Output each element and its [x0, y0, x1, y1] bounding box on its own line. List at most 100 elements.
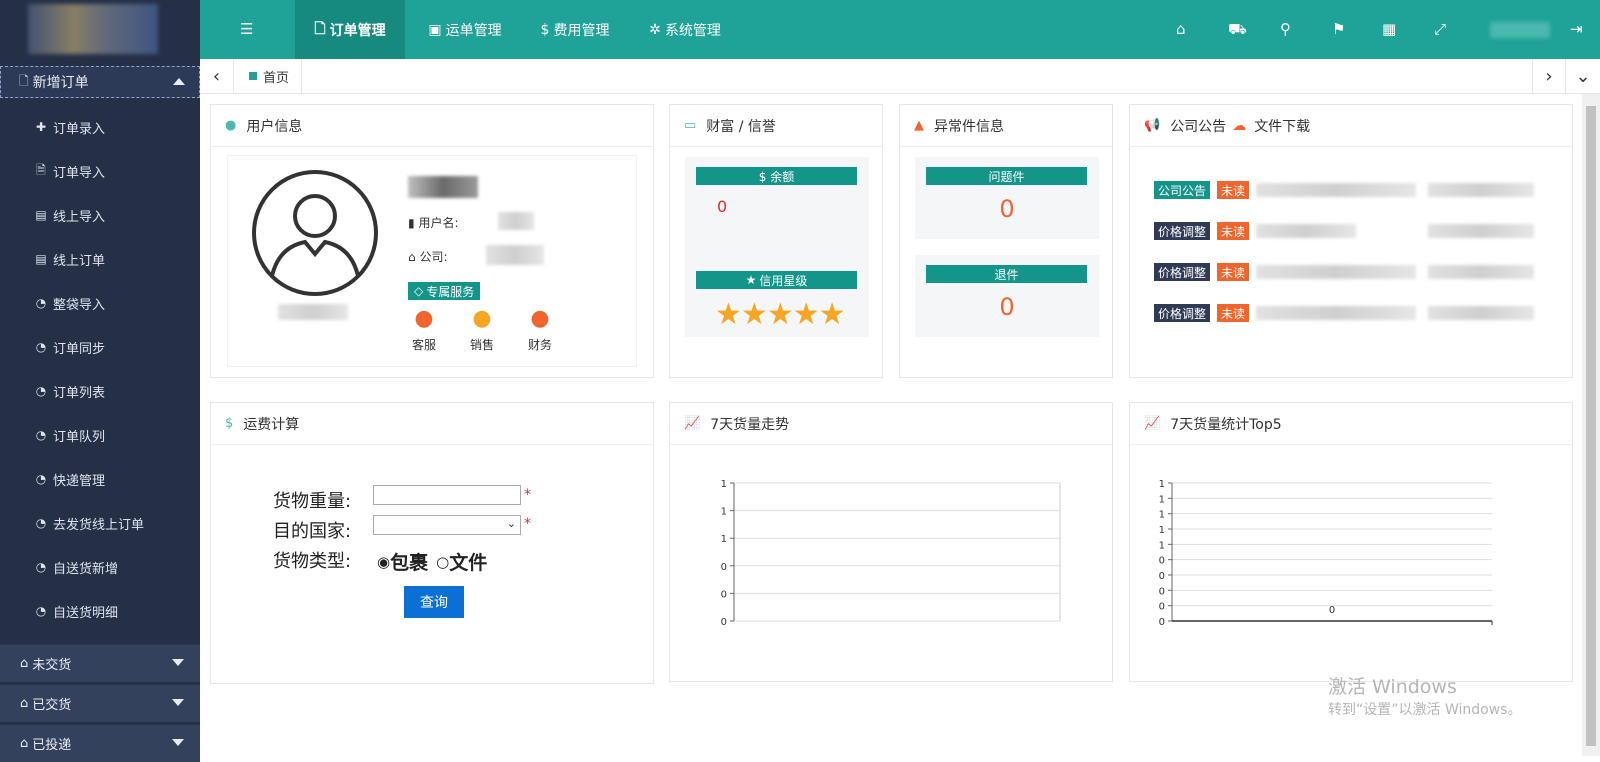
- notice-category-tag: 价格调整: [1154, 263, 1211, 281]
- notice-row[interactable]: 价格调整 未读: [1130, 304, 1574, 324]
- tab-home[interactable]: 首页: [237, 59, 303, 93]
- star-icon: ★: [818, 297, 846, 332]
- tab-scroll-right-icon[interactable]: ›: [1532, 59, 1566, 93]
- sidebar-item[interactable]: ◔ 订单队列: [0, 417, 200, 453]
- top-navbar: ☰ 🗋 订单管理 ▣ 运单管理 $ 费用管理 ✲ 系统管理 ⌂ ⛟ ⚲ ⚑ ▦ ⤢ ⇥: [200, 0, 1600, 59]
- notice-date: [1428, 183, 1534, 197]
- notice-row[interactable]: 价格调整 未读: [1130, 222, 1574, 242]
- contact-finance[interactable]: ● 财务: [520, 306, 560, 353]
- sidebar-group-new-order[interactable]: 🗋 新增订单: [0, 66, 200, 98]
- weight-input[interactable]: [373, 485, 521, 505]
- windows-watermark-title: 激活 Windows: [1328, 676, 1457, 698]
- wealth-credit-panel: ▭ 财富 / 信誉 $ 余额 0 ★ 信用星级 ★★★★★: [669, 104, 883, 378]
- notice-title[interactable]: [1256, 224, 1356, 238]
- file-import-icon: 🗎: [36, 162, 46, 177]
- tab-menu-chevron-icon[interactable]: ⌄: [1566, 59, 1600, 93]
- notice-category-tag: 价格调整: [1154, 304, 1211, 322]
- page-scrollbar[interactable]: [1582, 94, 1600, 756]
- sidebar-item[interactable]: ◔ 快递管理: [0, 461, 200, 497]
- notice-title[interactable]: [1256, 265, 1416, 279]
- tab-active-dot: [249, 72, 257, 80]
- y-tick-label: 1: [1159, 540, 1165, 551]
- notice-panel: 📢 公司公告 ☁ 文件下载 公司公告 未读 价格调整 未读 价格调整 未读 价格调整 未读: [1129, 104, 1573, 378]
- file-icon: 🗋: [314, 20, 326, 37]
- sidebar-item-label: 订单录入: [53, 121, 106, 137]
- tab-scroll-left-icon[interactable]: ‹: [200, 59, 234, 93]
- problem-count[interactable]: 0: [900, 195, 1114, 223]
- sidebar-item[interactable]: ◔ 去发货线上订单: [0, 505, 200, 541]
- panel-header: ▲ 异常件信息: [900, 105, 1112, 147]
- sidebar-item-label: 订单同步: [53, 341, 106, 357]
- chevron-down-icon: [172, 659, 184, 666]
- company-label: 公司:: [419, 250, 448, 264]
- notice-row[interactable]: 公司公告 未读: [1130, 181, 1574, 201]
- y-tick-label: 0: [1159, 617, 1165, 628]
- sidebar-item[interactable]: ◔ 自送货明细: [0, 593, 200, 629]
- query-button[interactable]: 查询: [404, 586, 464, 618]
- home-icon[interactable]: ⌂: [1176, 20, 1186, 38]
- y-tick-label: 0: [1159, 586, 1165, 597]
- sidebar-item[interactable]: ◔ 订单列表: [0, 373, 200, 409]
- search-icon[interactable]: ⚲: [1280, 20, 1291, 38]
- file-icon: ▤: [35, 208, 47, 222]
- contact-sales[interactable]: ● 销售: [462, 306, 502, 353]
- logout-icon[interactable]: ⇥: [1570, 20, 1583, 38]
- trend-chart: 0 0 0 1 1 1: [721, 479, 1061, 628]
- username-label: 用户名:: [418, 216, 459, 230]
- nav-system-management[interactable]: ✲ 系统管理: [630, 0, 740, 59]
- notice-row[interactable]: 价格调整 未读: [1130, 263, 1574, 283]
- sidebar-item[interactable]: ✚ 订单录入: [0, 109, 200, 145]
- nav-order-management[interactable]: 🗋 订单管理: [295, 0, 405, 59]
- notice-title[interactable]: [1256, 306, 1416, 320]
- sidebar-item[interactable]: ◔ 整袋导入: [0, 285, 200, 321]
- dashboard-icon: ◔: [35, 516, 47, 530]
- y-tick-label: 0: [721, 589, 727, 600]
- sidebar-item[interactable]: ▤ 线上订单: [0, 241, 200, 277]
- dashboard-icon: ◔: [35, 560, 47, 574]
- map-marker-icon[interactable]: ⚑: [1332, 20, 1345, 38]
- user-display-name: [278, 304, 348, 320]
- truck-icon[interactable]: ⛟: [1228, 20, 1247, 40]
- file-icon: ▤: [35, 252, 47, 266]
- fullscreen-icon[interactable]: ⤢: [1434, 20, 1446, 38]
- sidebar-item-label: 整袋导入: [53, 297, 106, 313]
- country-select[interactable]: ⌄: [373, 515, 521, 535]
- scrollbar-thumb[interactable]: [1586, 106, 1596, 746]
- radio-parcel[interactable]: ◉: [377, 553, 390, 571]
- panel-title: 异常件信息: [934, 118, 1004, 135]
- tab-file-download[interactable]: 文件下载: [1254, 116, 1310, 136]
- tab-company-notice[interactable]: 公司公告: [1170, 116, 1226, 136]
- radio-document[interactable]: ○: [436, 553, 449, 571]
- sidebar-item[interactable]: ▤ 线上导入: [0, 197, 200, 233]
- nav-waybill-management[interactable]: ▣ 运单管理: [410, 0, 520, 59]
- radio-document-label: 文件: [449, 552, 488, 574]
- unread-badge: 未读: [1217, 181, 1250, 199]
- notice-title[interactable]: [1256, 183, 1416, 197]
- sidebar-group[interactable]: ⌂ 未交货: [0, 644, 200, 682]
- avatar: [252, 170, 378, 296]
- sidebar-group[interactable]: ⌂ 已投递: [0, 724, 200, 762]
- company-value: [486, 245, 544, 265]
- panel-header: 📈 7天货量走势: [670, 403, 1112, 445]
- sidebar-item[interactable]: ◔ 自送货新增: [0, 549, 200, 585]
- nav-fee-management[interactable]: $ 费用管理: [520, 0, 630, 59]
- sidebar-item[interactable]: ◔ 订单同步: [0, 329, 200, 365]
- customer-service-icon: ●: [414, 306, 434, 331]
- y-tick-label: 1: [721, 534, 727, 545]
- unread-badge: 未读: [1217, 222, 1250, 240]
- sidebar-group-label: 已投递: [32, 738, 72, 753]
- menu-toggle-icon[interactable]: ☰: [240, 20, 253, 38]
- contact-customer-service[interactable]: ● 客服: [404, 306, 444, 353]
- balance-label: $ 余额: [696, 167, 857, 185]
- user-avatar-name[interactable]: [1490, 22, 1550, 38]
- sidebar-item[interactable]: 🗎 订单导入: [0, 153, 200, 189]
- sidebar-group[interactable]: ⌂ 已交货: [0, 684, 200, 722]
- nav-label: 系统管理: [664, 22, 721, 39]
- warning-icon: ▲: [914, 118, 924, 133]
- return-count[interactable]: 0: [900, 293, 1114, 321]
- grid-icon[interactable]: ▦: [1382, 20, 1396, 38]
- panel-title: 7天货量走势: [710, 416, 790, 433]
- sidebar-item-label: 订单列表: [53, 385, 106, 401]
- file-icon: 🗋: [19, 73, 29, 88]
- panel-header: 📈 7天货量统计Top5: [1130, 403, 1572, 445]
